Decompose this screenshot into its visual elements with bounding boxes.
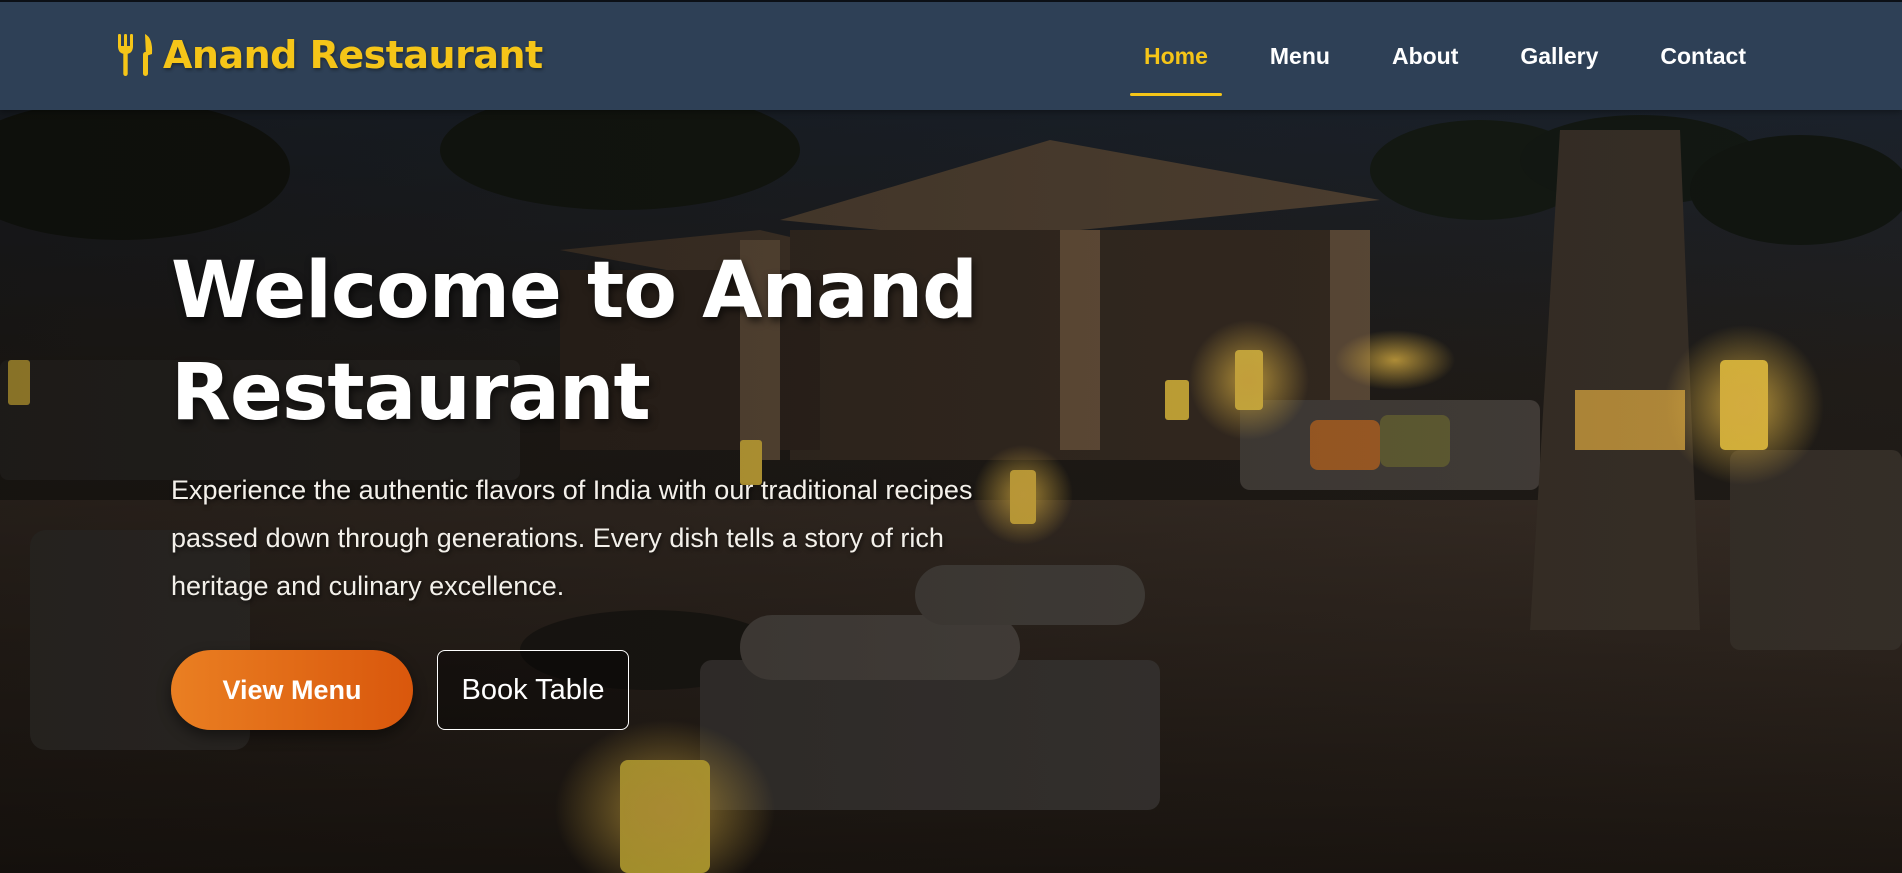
book-table-button[interactable]: Book Table bbox=[437, 650, 629, 730]
utensils-icon bbox=[115, 32, 155, 78]
hero-title-line1: Welcome to Anand bbox=[171, 246, 978, 336]
main-nav: Home Menu About Gallery Contact bbox=[1113, 2, 1777, 110]
hero-section: Welcome to Anand Restaurant Experience t… bbox=[0, 110, 1902, 873]
hero-content: Welcome to Anand Restaurant Experience t… bbox=[171, 240, 1071, 730]
nav-menu[interactable]: Menu bbox=[1239, 2, 1361, 110]
brand-name: Anand Restaurant bbox=[163, 33, 543, 77]
site-header: Anand Restaurant Home Menu About Gallery… bbox=[0, 0, 1902, 110]
nav-gallery[interactable]: Gallery bbox=[1489, 2, 1629, 110]
brand-logo[interactable]: Anand Restaurant bbox=[115, 32, 543, 78]
nav-contact[interactable]: Contact bbox=[1629, 2, 1777, 110]
hero-buttons: View Menu Book Table bbox=[171, 650, 1071, 730]
nav-home[interactable]: Home bbox=[1113, 2, 1239, 110]
hero-title-line2: Restaurant bbox=[171, 348, 651, 438]
nav-about[interactable]: About bbox=[1361, 2, 1489, 110]
hero-description: Experience the authentic flavors of Indi… bbox=[171, 475, 973, 601]
hero-title: Welcome to Anand Restaurant bbox=[171, 240, 1071, 444]
view-menu-button[interactable]: View Menu bbox=[171, 650, 413, 730]
